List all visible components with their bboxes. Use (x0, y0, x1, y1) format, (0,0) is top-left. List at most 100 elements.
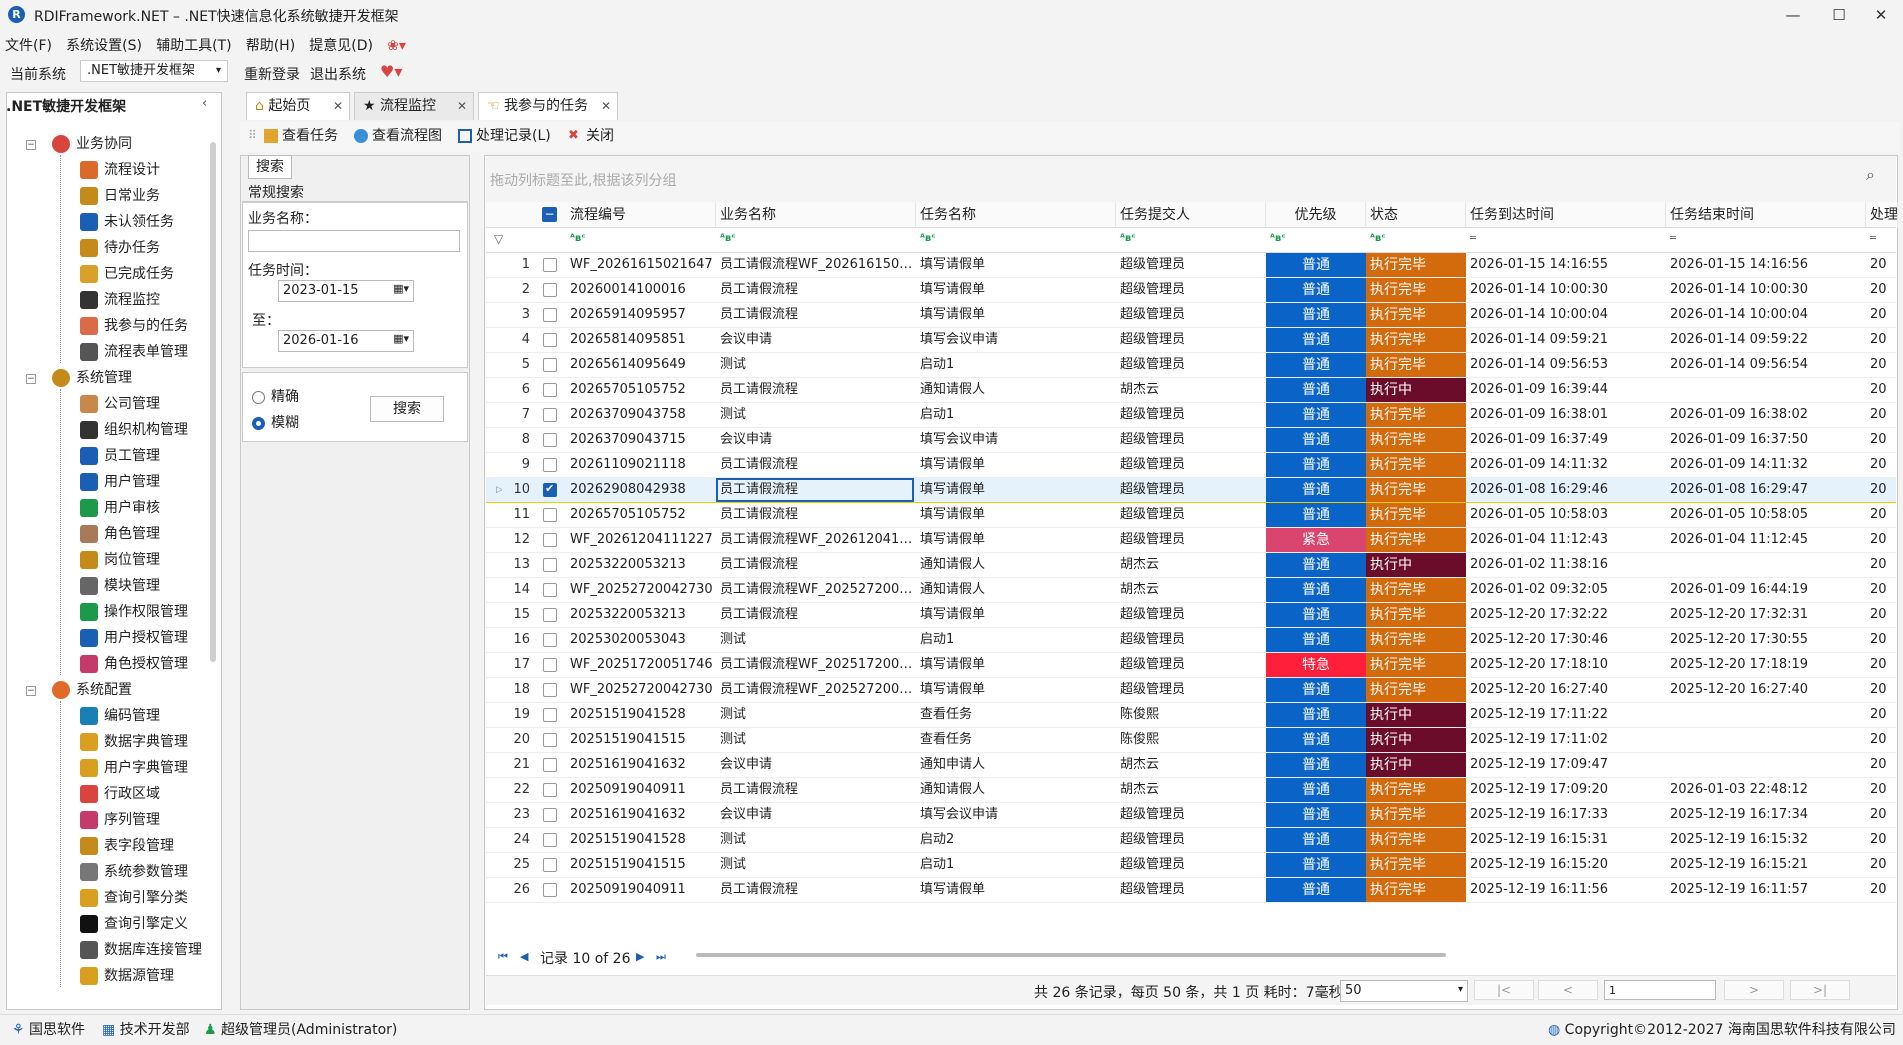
date-to-input[interactable]: 2026-01-16 ▦▾ (278, 330, 414, 352)
handler-cell[interactable]: 20 (1866, 553, 1896, 577)
system-select[interactable]: .NET敏捷开发框架 ▾ (80, 60, 228, 82)
exit-system-button[interactable]: 退出系统 (310, 64, 366, 84)
nav-item[interactable]: 角色授权管理 (80, 651, 188, 677)
biz-name-cell[interactable]: 会议申请 (716, 753, 914, 777)
priority-badge[interactable]: 普通 (1266, 778, 1366, 802)
biz-name-cell[interactable]: 员工请假流程WF_202527200… (716, 678, 914, 702)
priority-badge[interactable]: 普通 (1266, 803, 1366, 827)
handler-cell[interactable]: 20 (1866, 853, 1896, 877)
submitter-cell[interactable]: 超级管理员 (1116, 503, 1266, 527)
process-id-cell[interactable]: 20251519041515 (566, 728, 716, 752)
status-badge[interactable]: 执行完毕 (1366, 653, 1466, 677)
arrival-time-cell[interactable]: 2026-01-09 16:39:44 (1466, 378, 1666, 402)
arrival-time-cell[interactable]: 2025-12-20 17:32:22 (1466, 603, 1666, 627)
submitter-cell[interactable]: 胡杰云 (1116, 778, 1266, 802)
task-name-cell[interactable]: 通知请假人 (916, 578, 1116, 602)
task-name-cell[interactable]: 填写请假单 (916, 678, 1116, 702)
table-row[interactable]: 3 20265914095957 员工请假流程 填写请假单 超级管理员 普通 执行完毕 202… (486, 303, 1896, 328)
nav-item[interactable]: 角色管理 (80, 521, 160, 547)
row-checkbox[interactable] (543, 558, 557, 572)
filter-operator-icon[interactable]: ᴬʙᶜ (1120, 233, 1135, 244)
row-checkbox[interactable] (543, 333, 557, 347)
arrival-time-cell[interactable]: 2026-01-02 09:32:05 (1466, 578, 1666, 602)
task-name-cell[interactable]: 启动1 (916, 628, 1116, 652)
row-checkbox[interactable] (543, 283, 557, 297)
submitter-cell[interactable]: 超级管理员 (1116, 478, 1266, 502)
nav-item[interactable]: 操作权限管理 (80, 599, 188, 625)
arrival-time-cell[interactable]: 2025-12-19 17:11:02 (1466, 728, 1666, 752)
end-time-cell[interactable]: 2026-01-03 22:48:12 (1666, 778, 1866, 802)
select-all-checkbox[interactable]: − (542, 207, 557, 222)
submitter-cell[interactable]: 超级管理员 (1116, 303, 1266, 327)
process-id-cell[interactable]: 20251519041528 (566, 828, 716, 852)
row-checkbox[interactable] (543, 533, 557, 547)
submitter-cell[interactable]: 超级管理员 (1116, 853, 1266, 877)
table-row[interactable]: 15 20253220053213 员工请假流程 填写请假单 超级管理员 普通 执行完毕 20… (486, 603, 1896, 628)
end-time-cell[interactable]: 2025-12-19 16:11:57 (1666, 878, 1866, 902)
nav-item[interactable]: 用户管理 (80, 469, 160, 495)
status-badge[interactable]: 执行完毕 (1366, 303, 1466, 327)
heart-icon[interactable]: ♥▾ (380, 62, 402, 81)
minimize-button[interactable]: — (1770, 0, 1816, 30)
process-id-cell[interactable]: 20262908042938 (566, 478, 716, 502)
status-badge[interactable]: 执行完毕 (1366, 453, 1466, 477)
arrival-time-cell[interactable]: 2025-12-19 16:17:33 (1466, 803, 1666, 827)
column-header[interactable]: 处理 (1866, 202, 1898, 228)
process-id-cell[interactable]: 20260014100016 (566, 278, 716, 302)
table-row[interactable]: 12 WF_20261204111227 员工请假流程WF_202612041… 填写… (486, 528, 1896, 553)
table-row[interactable]: 6 20265705105752 员工请假流程 通知请假人 胡杰云 普通 执行中 2026-0… (486, 378, 1896, 403)
row-checkbox[interactable] (543, 458, 557, 472)
arrival-time-cell[interactable]: 2026-01-05 10:58:03 (1466, 503, 1666, 527)
biz-name-cell[interactable]: 员工请假流程 (716, 478, 914, 502)
handler-cell[interactable]: 20 (1866, 753, 1896, 777)
nav-item[interactable]: 流程表单管理 (80, 339, 188, 365)
nav-item[interactable]: 用户授权管理 (80, 625, 188, 651)
last-page-button[interactable]: >| (1790, 980, 1850, 1000)
row-checkbox[interactable] (543, 508, 557, 522)
status-badge[interactable]: 执行完毕 (1366, 278, 1466, 302)
end-time-cell[interactable]: 2026-01-15 14:16:56 (1666, 253, 1866, 277)
end-time-cell[interactable]: 2026-01-14 10:00:04 (1666, 303, 1866, 327)
column-header[interactable]: 任务名称 (916, 202, 1116, 228)
collapse-toggle-icon[interactable]: − (26, 374, 36, 384)
handler-cell[interactable]: 20 (1866, 303, 1896, 327)
task-name-cell[interactable]: 填写请假单 (916, 303, 1116, 327)
biz-name-cell[interactable]: 员工请假流程WF_202612041… (716, 528, 914, 552)
end-time-cell[interactable]: 2025-12-20 17:32:31 (1666, 603, 1866, 627)
priority-badge[interactable]: 普通 (1266, 578, 1366, 602)
nav-item[interactable]: 我参与的任务 (80, 313, 188, 339)
process-id-cell[interactable]: 20250919040911 (566, 778, 716, 802)
submitter-cell[interactable]: 超级管理员 (1116, 428, 1266, 452)
nav-item[interactable]: 用户字典管理 (80, 755, 188, 781)
biz-name-cell[interactable]: 员工请假流程 (716, 603, 914, 627)
process-id-cell[interactable]: WF_20252720042730 (566, 678, 716, 702)
process-id-cell[interactable]: 20251619041632 (566, 753, 716, 777)
submitter-cell[interactable]: 超级管理员 (1116, 653, 1266, 677)
tab-my-tasks[interactable]: ☜ 我参与的任务 ✕ (478, 92, 618, 120)
arrival-time-cell[interactable]: 2026-01-09 16:38:01 (1466, 403, 1666, 427)
biz-name-input[interactable] (248, 230, 460, 252)
submitter-cell[interactable]: 超级管理员 (1116, 803, 1266, 827)
nav-item[interactable]: 待办任务 (80, 235, 160, 261)
biz-name-cell[interactable]: 员工请假流程 (716, 453, 914, 477)
submitter-cell[interactable]: 超级管理员 (1116, 628, 1266, 652)
horizontal-scrollbar[interactable] (696, 953, 1446, 957)
handler-cell[interactable]: 20 (1866, 653, 1896, 677)
end-time-cell[interactable]: 2026-01-04 11:12:45 (1666, 528, 1866, 552)
row-checkbox[interactable] (543, 808, 557, 822)
handler-cell[interactable]: 20 (1866, 453, 1896, 477)
biz-name-cell[interactable]: 测试 (716, 403, 914, 427)
search-button[interactable]: 搜索 (370, 396, 444, 422)
submitter-cell[interactable]: 超级管理员 (1116, 678, 1266, 702)
menu-file[interactable]: 文件(F) (0, 34, 57, 58)
arrival-time-cell[interactable]: 2026-01-14 09:59:21 (1466, 328, 1666, 352)
biz-name-cell[interactable]: 测试 (716, 703, 914, 727)
handler-cell[interactable]: 20 (1866, 803, 1896, 827)
nav-item[interactable]: 序列管理 (80, 807, 160, 833)
first-page-button[interactable]: |< (1474, 980, 1534, 1000)
submitter-cell[interactable]: 超级管理员 (1116, 453, 1266, 477)
status-badge[interactable]: 执行完毕 (1366, 803, 1466, 827)
status-badge[interactable]: 执行中 (1366, 753, 1466, 777)
handler-cell[interactable]: 20 (1866, 428, 1896, 452)
process-id-cell[interactable]: 20253220053213 (566, 603, 716, 627)
